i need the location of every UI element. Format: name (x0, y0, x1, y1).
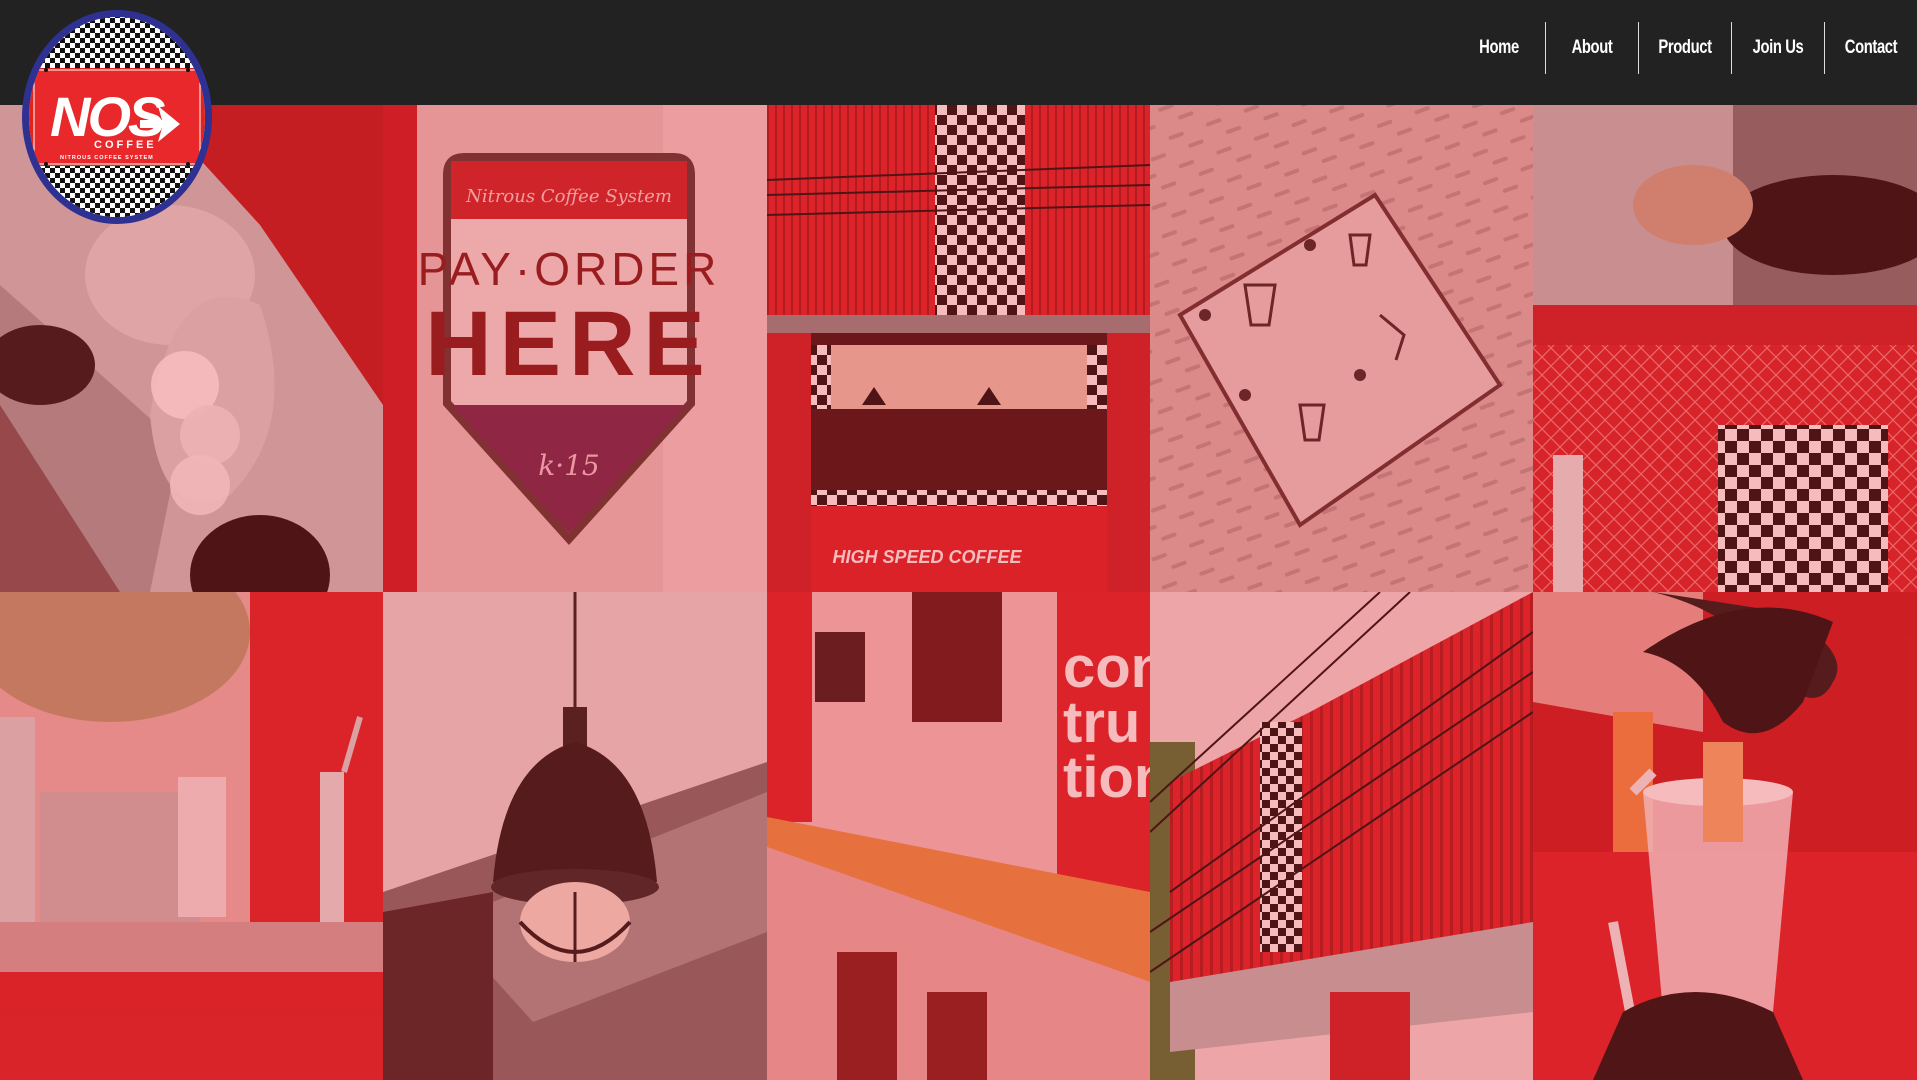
gallery-tile-tap-counter[interactable] (0, 592, 383, 1080)
pendant-lamp-photo (383, 592, 767, 1080)
nos-coffee-logo-icon: NOS COFFEE NITROUS COFFEE SYSTEM (22, 10, 212, 224)
nav-divider (1824, 22, 1825, 74)
sign-line2-text: HERE (425, 293, 713, 395)
gallery-tile-instruction-plate[interactable] (1150, 105, 1533, 592)
wall-text-line3: tion (1063, 745, 1150, 810)
tap-counter-photo (0, 592, 383, 1080)
sign-footer-text: k·15 (538, 449, 600, 482)
nav-divider (1731, 22, 1732, 74)
gallery-tile-drink-pour[interactable] (1533, 592, 1917, 1080)
gallery-tile-wooden-bar[interactable]: con tru tion (767, 592, 1150, 1080)
drink-pour-photo (1533, 592, 1917, 1080)
site-header: Home About Product Join Us Contact (0, 0, 1917, 105)
gallery-tile-building-facade[interactable] (1150, 592, 1533, 1080)
sign-script-text: Nitrous Coffee System (465, 186, 672, 207)
instruction-plate-photo (1150, 105, 1533, 592)
logo-subtext: COFFEE (94, 139, 157, 151)
nav-product-link[interactable]: Product (1649, 22, 1721, 74)
main-nav: Home About Product Join Us Contact (1453, 22, 1917, 74)
photo-gallery: Nitrous Coffee System PAY·ORDER HERE k·1… (0, 105, 1917, 1080)
building-facade-photo (1150, 592, 1533, 1080)
nav-divider (1638, 22, 1639, 74)
nav-cell-join: Join Us (1732, 22, 1824, 74)
nav-about-link[interactable]: About (1556, 22, 1628, 74)
nav-cell-about: About (1546, 22, 1638, 74)
logo-tagline: NITROUS COFFEE SYSTEM (60, 155, 154, 161)
brand-logo[interactable]: NOS COFFEE NITROUS COFFEE SYSTEM (20, 8, 214, 226)
gallery-tile-barista-gloves[interactable] (1533, 105, 1917, 592)
storefront-photo: HIGH SPEED COFFEE (767, 105, 1150, 592)
nav-cell-product: Product (1639, 22, 1731, 74)
wooden-bar-photo: con tru tion (767, 592, 1150, 1080)
gallery-tile-storefront[interactable]: HIGH SPEED COFFEE (767, 105, 1150, 592)
pay-order-sign-photo: Nitrous Coffee System PAY·ORDER HERE k·1… (383, 105, 767, 592)
nav-cell-home: Home (1453, 22, 1545, 74)
counter-text: HIGH SPEED COFFEE (832, 547, 1022, 567)
nav-contact-link[interactable]: Contact (1835, 22, 1907, 74)
gallery-tile-pendant-lamp[interactable] (383, 592, 767, 1080)
sign-line1-text: PAY·ORDER (418, 243, 721, 295)
nav-home-link[interactable]: Home (1463, 22, 1535, 74)
nav-join-us-link[interactable]: Join Us (1742, 22, 1814, 74)
gallery-tile-pay-order-sign[interactable]: Nitrous Coffee System PAY·ORDER HERE k·1… (383, 105, 767, 592)
barista-gloves-photo (1533, 105, 1917, 592)
nav-divider (1545, 22, 1546, 74)
nav-cell-contact: Contact (1825, 22, 1917, 74)
